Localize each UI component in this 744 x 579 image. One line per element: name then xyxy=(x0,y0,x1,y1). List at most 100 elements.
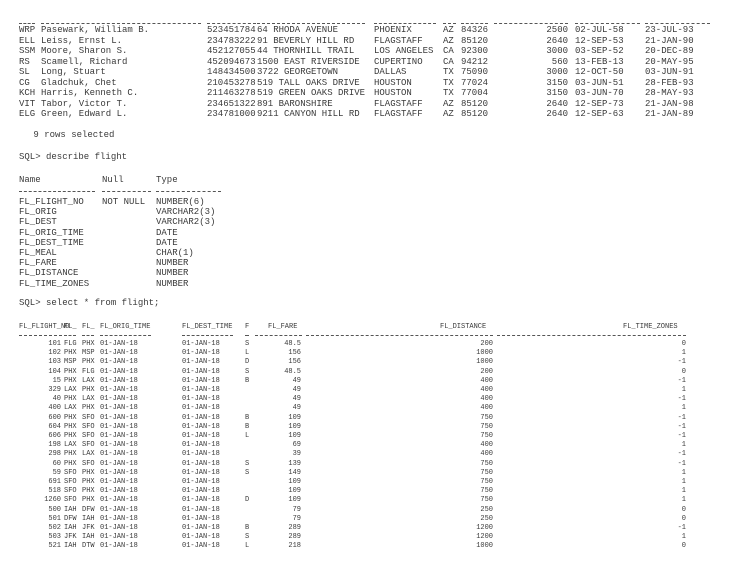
cell-address: 64 RHODA AVENUE xyxy=(257,25,339,35)
flight-cell-fare: 109 xyxy=(288,496,301,505)
select-command: SQL> select * from flight; xyxy=(19,298,160,308)
flight-cell-distance: 750 xyxy=(480,422,493,431)
cell-state: CA xyxy=(443,46,454,56)
cell-zip: 94212 xyxy=(461,56,489,67)
cell-birth-date: 13-FEB-13 xyxy=(575,56,624,67)
flight-header-orig-time: FL_ORIG_TIME xyxy=(100,323,151,331)
flight-cell-orig-time: 01-JAN-18 xyxy=(100,376,138,385)
describe-cell: FL_DEST_TIME xyxy=(19,237,84,248)
flight-cell-flight-no: 604 xyxy=(48,422,61,431)
flight-cell-orig-time: 01-JAN-18 xyxy=(100,422,138,431)
cell-city: LOS ANGELES xyxy=(374,46,434,56)
flight-cell-orig: FLG xyxy=(64,340,77,348)
cell-city: PHOENIX xyxy=(374,25,412,35)
cell-state: CA xyxy=(443,56,454,67)
flight-cell-orig: PHX xyxy=(64,367,77,376)
flight-cell-meal: S xyxy=(245,367,250,376)
cell-salary: 3000 xyxy=(546,46,568,56)
flight-cell-orig: PHX xyxy=(64,422,77,431)
flight-cell-dest: SFO xyxy=(82,441,95,450)
flight-cell-dest-time: 01-JAN-18 xyxy=(182,524,220,532)
cell-address: 9211 CANYON HILL RD xyxy=(257,109,360,119)
flight-cell-time-zones: -1 xyxy=(677,422,686,431)
cell-birth-date: 12-SEP-73 xyxy=(575,98,624,109)
column-separator xyxy=(19,191,95,192)
cell-ssn: 211463278 xyxy=(207,88,256,98)
cell-ssn: 234783222 xyxy=(207,35,256,46)
column-separator xyxy=(156,191,221,192)
flight-cell-fare: 49 xyxy=(292,404,301,413)
cell-address: 3722 GEORGETOWN xyxy=(257,67,339,77)
flight-header-meal: F xyxy=(245,323,250,331)
cell-name: Harris, Kenneth C. xyxy=(41,88,139,98)
flight-cell-dest: SFO xyxy=(82,413,95,422)
flight-cell-distance: 250 xyxy=(480,514,493,523)
flight-cell-orig-time: 01-JAN-18 xyxy=(100,395,138,404)
flight-cell-fare: 79 xyxy=(292,514,301,523)
flight-cell-fare: 156 xyxy=(288,349,301,358)
flight-cell-flight-no: 521 xyxy=(48,542,61,551)
flight-cell-orig-time: 01-JAN-18 xyxy=(100,450,138,459)
flight-cell-distance: 750 xyxy=(480,413,493,422)
flight-cell-flight-no: 400 xyxy=(48,404,61,413)
flight-cell-orig-time: 01-JAN-18 xyxy=(100,358,138,367)
cell-hire-date: 28-MAY-93 xyxy=(645,88,694,98)
flight-cell-orig: DFW xyxy=(64,514,77,523)
describe-cell: NUMBER xyxy=(156,278,189,289)
flight-cell-flight-no: 60 xyxy=(52,459,61,468)
cell-name: Moore, Sharon S. xyxy=(41,46,128,56)
column-separator xyxy=(461,23,488,24)
flight-cell-orig-time: 01-JAN-18 xyxy=(100,340,138,348)
describe-cell: NUMBER xyxy=(156,268,189,279)
flight-cell-meal: D xyxy=(245,496,250,505)
flight-cell-dest: IAH xyxy=(82,514,95,523)
flight-cell-orig: PHX xyxy=(64,376,77,385)
flight-cell-meal: L xyxy=(245,432,250,440)
flight-cell-distance: 400 xyxy=(480,450,493,459)
flight-cell-meal: L xyxy=(245,542,250,551)
cell-ssn: 452094673 xyxy=(207,56,256,67)
cell-birth-date: 12-SEP-63 xyxy=(575,109,624,119)
cell-name: Leiss, Ernst L. xyxy=(41,35,123,46)
column-separator xyxy=(245,335,249,336)
flight-cell-time-zones: 1 xyxy=(681,533,686,542)
flight-cell-distance: 400 xyxy=(480,441,493,450)
flight-cell-flight-no: 59 xyxy=(52,468,61,477)
flight-cell-dest: LAX xyxy=(82,450,95,459)
flight-cell-dest-time: 01-JAN-18 xyxy=(182,487,220,496)
flight-cell-meal: D xyxy=(245,358,250,367)
flight-header-fare: FL_FARE xyxy=(268,323,298,331)
describe-cell: VARCHAR2(3) xyxy=(156,217,216,228)
flight-cell-dest: PHX xyxy=(82,478,95,486)
flight-cell-meal: B xyxy=(245,422,250,431)
flight-cell-orig-time: 01-JAN-18 xyxy=(100,432,138,440)
flight-header-orig: FL_ xyxy=(64,323,77,331)
cell-salary: 2640 xyxy=(546,35,568,46)
cell-state: AZ xyxy=(443,25,454,35)
cell-ssn: 523451784 xyxy=(207,25,256,35)
flight-cell-fare: 109 xyxy=(288,487,301,496)
flight-cell-flight-no: 500 xyxy=(48,505,61,514)
flight-cell-distance: 400 xyxy=(480,395,493,404)
cell-initials: SSM xyxy=(19,46,36,56)
describe-header: Null xyxy=(102,175,124,185)
flight-cell-dest: LAX xyxy=(82,376,95,385)
flight-cell-orig-time: 01-JAN-18 xyxy=(100,404,138,413)
column-separator xyxy=(64,335,76,336)
describe-cell: NUMBER(6) xyxy=(156,197,205,207)
cell-city: FLAGSTAFF xyxy=(374,98,423,109)
column-separator xyxy=(100,335,151,336)
cell-state: AZ xyxy=(443,98,454,109)
flight-cell-meal: S xyxy=(245,468,250,477)
flight-cell-meal: S xyxy=(245,459,250,468)
cell-birth-date: 03-SEP-52 xyxy=(575,46,624,56)
cell-initials: CG xyxy=(19,77,30,88)
cell-zip: 85120 xyxy=(461,109,489,119)
flight-cell-fare: 79 xyxy=(292,505,301,514)
column-separator xyxy=(102,191,151,192)
flight-cell-fare: 109 xyxy=(288,432,301,440)
cell-initials: WRP xyxy=(19,25,36,35)
flight-cell-orig-time: 01-JAN-18 xyxy=(100,386,138,394)
flight-cell-dest: SFO xyxy=(82,432,95,440)
cell-address: 519 GREEN OAKS DRIVE xyxy=(257,88,366,98)
